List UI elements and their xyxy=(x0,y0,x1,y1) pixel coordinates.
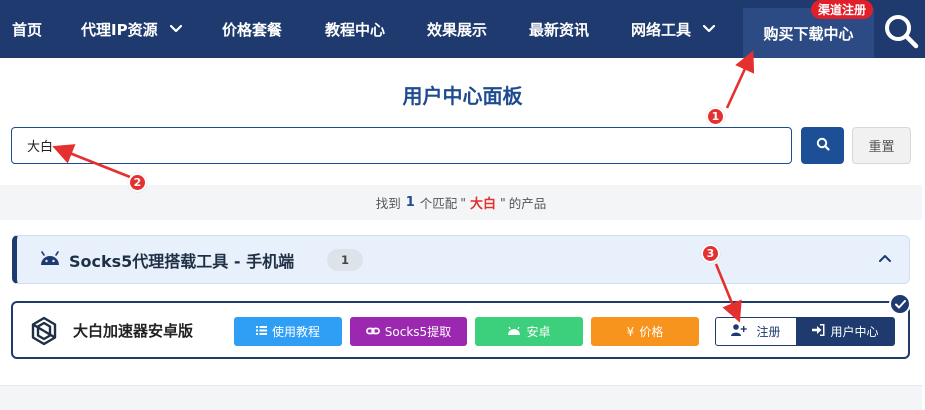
result-middle: 个匹配 xyxy=(419,196,458,211)
result-keyword: 大白 xyxy=(470,197,497,212)
price-button-label: 价格 xyxy=(639,325,664,339)
search-input-value: 大白 xyxy=(27,140,54,155)
search-icon xyxy=(883,13,919,53)
chevron-down-icon xyxy=(701,21,717,37)
register-button[interactable]: 注册 xyxy=(715,317,797,346)
android-download-button-label: 安卓 xyxy=(526,325,551,339)
tutorial-button[interactable]: 使用教程 xyxy=(234,317,342,346)
android-icon xyxy=(39,250,61,272)
annotation-number: 1 xyxy=(711,110,720,123)
annotation-number: 3 xyxy=(706,247,715,260)
annotation-number: 2 xyxy=(133,176,142,189)
nav-item-tutorials[interactable]: 教程中心 xyxy=(325,0,385,58)
nav-item-label: 教程中心 xyxy=(325,20,386,39)
nav-item-home[interactable]: 首页 xyxy=(12,0,42,58)
page: 首页 代理IP资源 价格套餐 教程中心 效果展示 最新资讯 网络工具 购买下载中… xyxy=(0,0,925,410)
product-name: 大白加速器安卓版 xyxy=(73,321,194,340)
socks5-extract-button-label: Socks5提取 xyxy=(384,325,452,339)
result-prefix: 找到 xyxy=(375,196,401,211)
nav-item-label: 首页 xyxy=(12,20,43,39)
page-title: 用户中心面板 xyxy=(402,84,523,108)
android-download-button[interactable]: 安卓 xyxy=(475,317,583,346)
tutorial-button-label: 使用教程 xyxy=(271,325,320,339)
sign-in-icon xyxy=(812,324,825,339)
reset-button-label: 重置 xyxy=(868,140,895,155)
bottom-section xyxy=(0,385,922,410)
nav-item-network-tools[interactable]: 网络工具 xyxy=(631,0,717,58)
user-plus-icon xyxy=(731,324,748,339)
nav-buy-label: 购买下载中心 xyxy=(763,24,854,43)
top-nav: 首页 代理IP资源 价格套餐 教程中心 效果展示 最新资讯 网络工具 购买下载中… xyxy=(0,0,925,58)
nav-item-label: 网络工具 xyxy=(631,20,692,39)
register-badge-label: 渠道注册 xyxy=(818,3,867,17)
nav-item-pricing[interactable]: 价格套餐 xyxy=(222,0,282,58)
nav-item-label: 代理IP资源 xyxy=(81,20,158,39)
price-button[interactable]: ¥ 价格 xyxy=(591,317,699,346)
nav-item-label: 价格套餐 xyxy=(222,20,283,39)
category-count-badge: 1 xyxy=(327,249,363,271)
search-submit-button[interactable] xyxy=(801,127,844,164)
result-quote-close: " xyxy=(500,195,506,210)
yen-icon: ¥ xyxy=(626,324,635,339)
product-card: 大白加速器安卓版 使用教程 Socks5提取 安卓 ¥ 价格 注册 用户中心 xyxy=(11,301,910,359)
category-title: Socks5代理搭载工具 - 手机端 xyxy=(69,251,295,271)
nav-item-label: 效果展示 xyxy=(427,20,488,39)
search-input[interactable]: 大白 xyxy=(11,127,792,164)
list-icon xyxy=(255,325,267,339)
annotation-marker-1: 1 xyxy=(706,107,725,126)
socks5-extract-button[interactable]: Socks5提取 xyxy=(350,317,467,346)
chevron-up-icon[interactable] xyxy=(877,250,893,270)
product-logo-icon xyxy=(29,316,59,350)
link-icon xyxy=(365,325,380,339)
search-icon xyxy=(816,136,830,155)
category-header[interactable]: Socks5代理搭载工具 - 手机端 1 xyxy=(12,235,910,284)
annotation-marker-3: 3 xyxy=(701,244,720,263)
nav-item-proxy-ip[interactable]: 代理IP资源 xyxy=(81,0,184,58)
nav-search-button[interactable] xyxy=(876,8,925,58)
result-count: 1 xyxy=(405,195,415,210)
checkmark-icon xyxy=(889,293,911,315)
user-center-button[interactable]: 用户中心 xyxy=(796,317,895,346)
result-suffix: 的产品 xyxy=(508,196,547,211)
register-badge[interactable]: 渠道注册 xyxy=(811,0,874,19)
reset-button[interactable]: 重置 xyxy=(852,127,911,164)
nav-item-label: 最新资讯 xyxy=(529,20,590,39)
chevron-down-icon xyxy=(168,21,184,37)
result-quote-open: " xyxy=(460,195,467,210)
nav-item-showcase[interactable]: 效果展示 xyxy=(427,0,487,58)
user-center-button-label: 用户中心 xyxy=(830,325,879,339)
annotation-marker-2: 2 xyxy=(128,173,147,192)
register-button-label: 注册 xyxy=(756,325,781,339)
android-icon xyxy=(507,325,521,339)
nav-item-news[interactable]: 最新资讯 xyxy=(529,0,589,58)
